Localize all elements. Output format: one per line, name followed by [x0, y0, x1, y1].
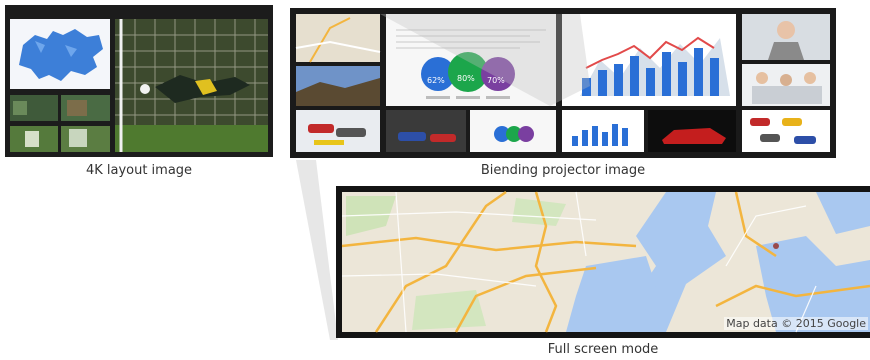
- slide-percent-1: 62%: [427, 76, 445, 85]
- blending-projector-illustration: [295, 14, 830, 152]
- layout-4k-illustration: [10, 19, 268, 152]
- caption-4k-layout: 4K layout image: [85, 163, 193, 178]
- map-attribution: Map data © 2015 Google: [724, 317, 868, 330]
- fullscreen-map-image: Map data © 2015 Google: [336, 186, 870, 338]
- blending-projector-image: 62% 80% 70%: [290, 8, 836, 158]
- caption-fullscreen: Full screen mode: [547, 342, 659, 357]
- slide-percent-3: 70%: [487, 76, 505, 85]
- fullscreen-map-illustration: [341, 190, 870, 333]
- caption-blending-projector: Biending projector image: [480, 163, 646, 178]
- layout-4k-image: [5, 5, 273, 157]
- slide-percent-2: 80%: [457, 74, 475, 83]
